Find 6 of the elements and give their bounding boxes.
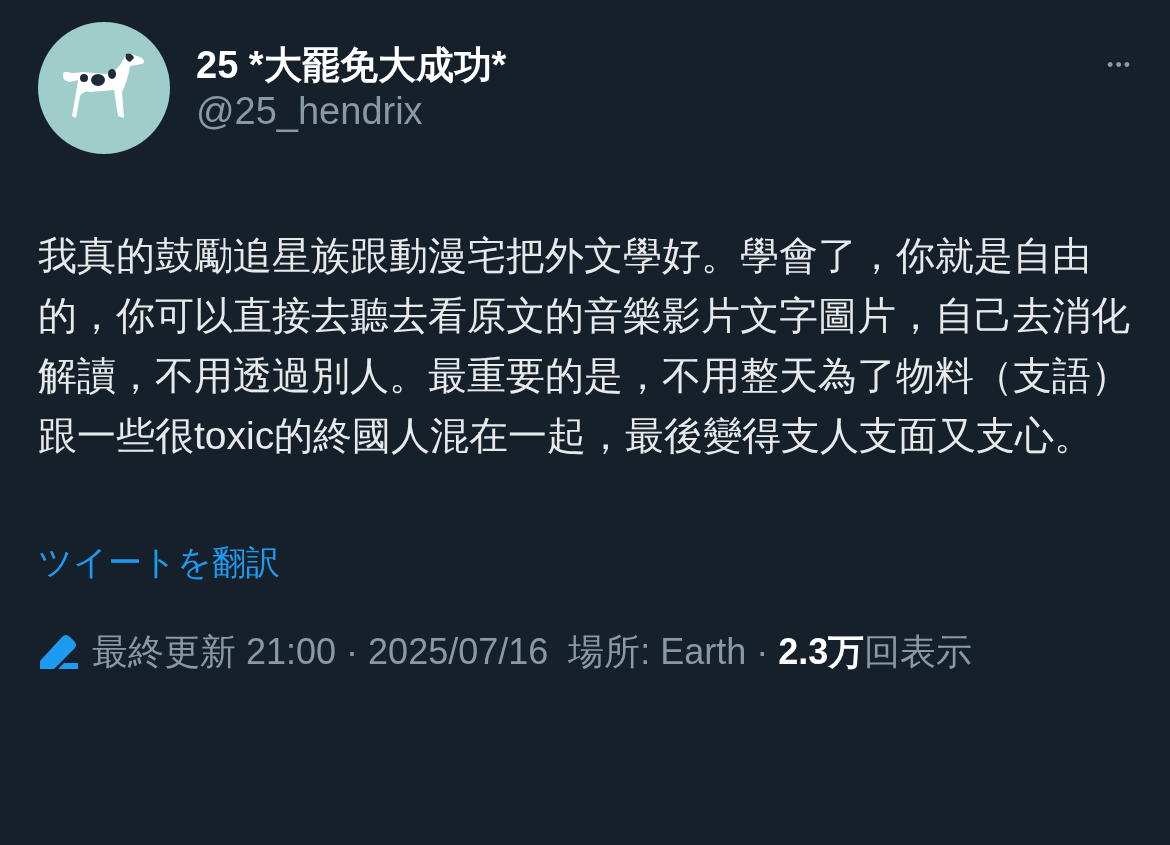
tweet-meta: 最終更新 21:00 · 2025/07/16 場所: Earth · 2.3万回表示 xyxy=(92,630,973,674)
display-name[interactable]: 25 *大罷免大成功* xyxy=(196,42,507,88)
tweet-text: 我真的鼓勵追星族跟動漫宅把外文學好。學會了，你就是自由的，你可以直接去聽去看原文的音樂影片文字圖片，自己去消化解讀，不用透過別人。最重要的是，不用整天為了物料（支語）跟一些很toxic的終國人混在一起，最後變得支人支面又支心。 xyxy=(38,233,1131,459)
translate-link[interactable]: ツイートを翻訳 xyxy=(38,540,280,584)
more-button[interactable]: ••• xyxy=(1107,52,1132,79)
user-handle[interactable]: @25_hendrix xyxy=(196,88,507,134)
